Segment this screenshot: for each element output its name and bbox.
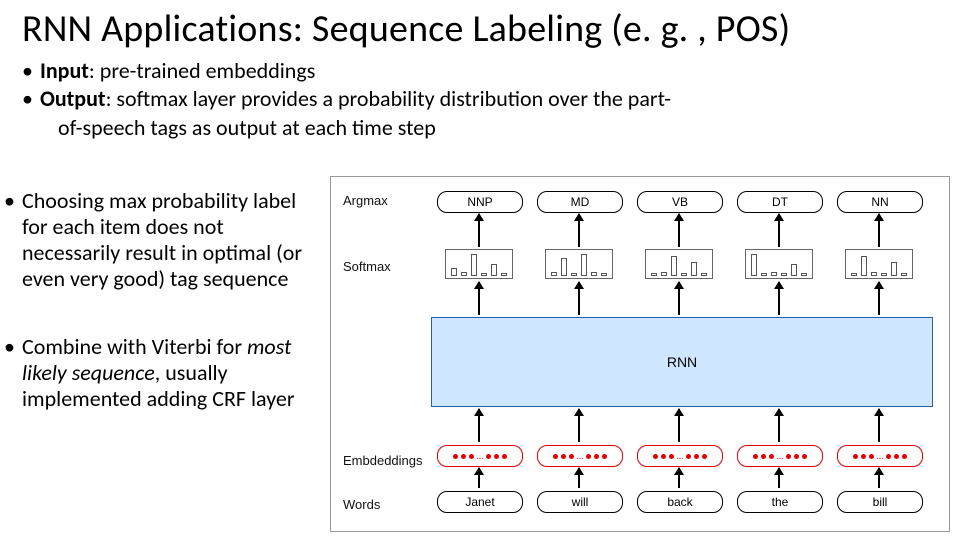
output-text-l2: of-speech tags as output at each time st…	[40, 115, 940, 141]
arrow-up-icon	[878, 409, 880, 442]
arrow-up-icon	[678, 409, 680, 442]
embedding-box: …	[437, 445, 523, 467]
left-bullet-1: Choosing max probability label for each …	[22, 188, 316, 292]
arrow-up-icon	[778, 214, 780, 247]
row-label-emb: Embdeddings	[343, 453, 423, 468]
tag-pill: VB	[637, 191, 723, 213]
rnn-diagram: Argmax Softmax Embdeddings Words RNN NNP…	[330, 176, 950, 532]
arrow-up-icon	[778, 282, 780, 315]
arrow-up-icon	[778, 468, 780, 488]
diagram-col: DT … the	[731, 177, 827, 531]
top-bullets: • Input: pre-trained embeddings • Output…	[22, 58, 940, 143]
arrow-up-icon	[478, 468, 480, 488]
tag-pill: DT	[737, 191, 823, 213]
softmax-box	[645, 249, 713, 279]
arrow-up-icon	[778, 409, 780, 442]
softmax-box	[845, 249, 913, 279]
word-pill: back	[637, 491, 723, 513]
slide-title: RNN Applications: Sequence Labeling (e. …	[22, 6, 790, 52]
arrow-up-icon	[478, 282, 480, 315]
word-pill: will	[537, 491, 623, 513]
embedding-box: …	[637, 445, 723, 467]
row-label-words: Words	[343, 497, 380, 512]
arrow-up-icon	[478, 409, 480, 442]
diagram-col: NNP … Janet	[431, 177, 527, 531]
left-bullet-2: Combine with Viterbi for most likely seq…	[22, 334, 316, 412]
arrow-up-icon	[578, 468, 580, 488]
diagram-col: MD … will	[531, 177, 627, 531]
arrow-up-icon	[878, 282, 880, 315]
arrow-up-icon	[878, 468, 880, 488]
word-pill: the	[737, 491, 823, 513]
softmax-box	[545, 249, 613, 279]
softmax-box	[445, 249, 513, 279]
left-bullets: • Choosing max probability label for eac…	[4, 188, 316, 454]
arrow-up-icon	[678, 282, 680, 315]
tag-pill: MD	[537, 191, 623, 213]
row-label-softmax: Softmax	[343, 259, 391, 274]
output-text-l1: : softmax layer provides a probability d…	[106, 85, 671, 112]
input-text: : pre-trained embeddings	[89, 57, 315, 84]
arrow-up-icon	[578, 214, 580, 247]
embedding-box: …	[837, 445, 923, 467]
embedding-box: …	[537, 445, 623, 467]
arrow-up-icon	[578, 409, 580, 442]
diagram-col: NN … bill	[831, 177, 927, 531]
word-pill: bill	[837, 491, 923, 513]
output-label: Output	[40, 85, 106, 112]
tag-pill: NNP	[437, 191, 523, 213]
arrow-up-icon	[578, 282, 580, 315]
arrow-up-icon	[678, 214, 680, 247]
row-label-argmax: Argmax	[343, 193, 388, 208]
arrow-up-icon	[678, 468, 680, 488]
arrow-up-icon	[878, 214, 880, 247]
tag-pill: NN	[837, 191, 923, 213]
softmax-box	[745, 249, 813, 279]
embedding-box: …	[737, 445, 823, 467]
slide: RNN Applications: Sequence Labeling (e. …	[0, 0, 960, 540]
input-label: Input	[40, 57, 89, 84]
word-pill: Janet	[437, 491, 523, 513]
arrow-up-icon	[478, 214, 480, 247]
diagram-col: VB … back	[631, 177, 727, 531]
